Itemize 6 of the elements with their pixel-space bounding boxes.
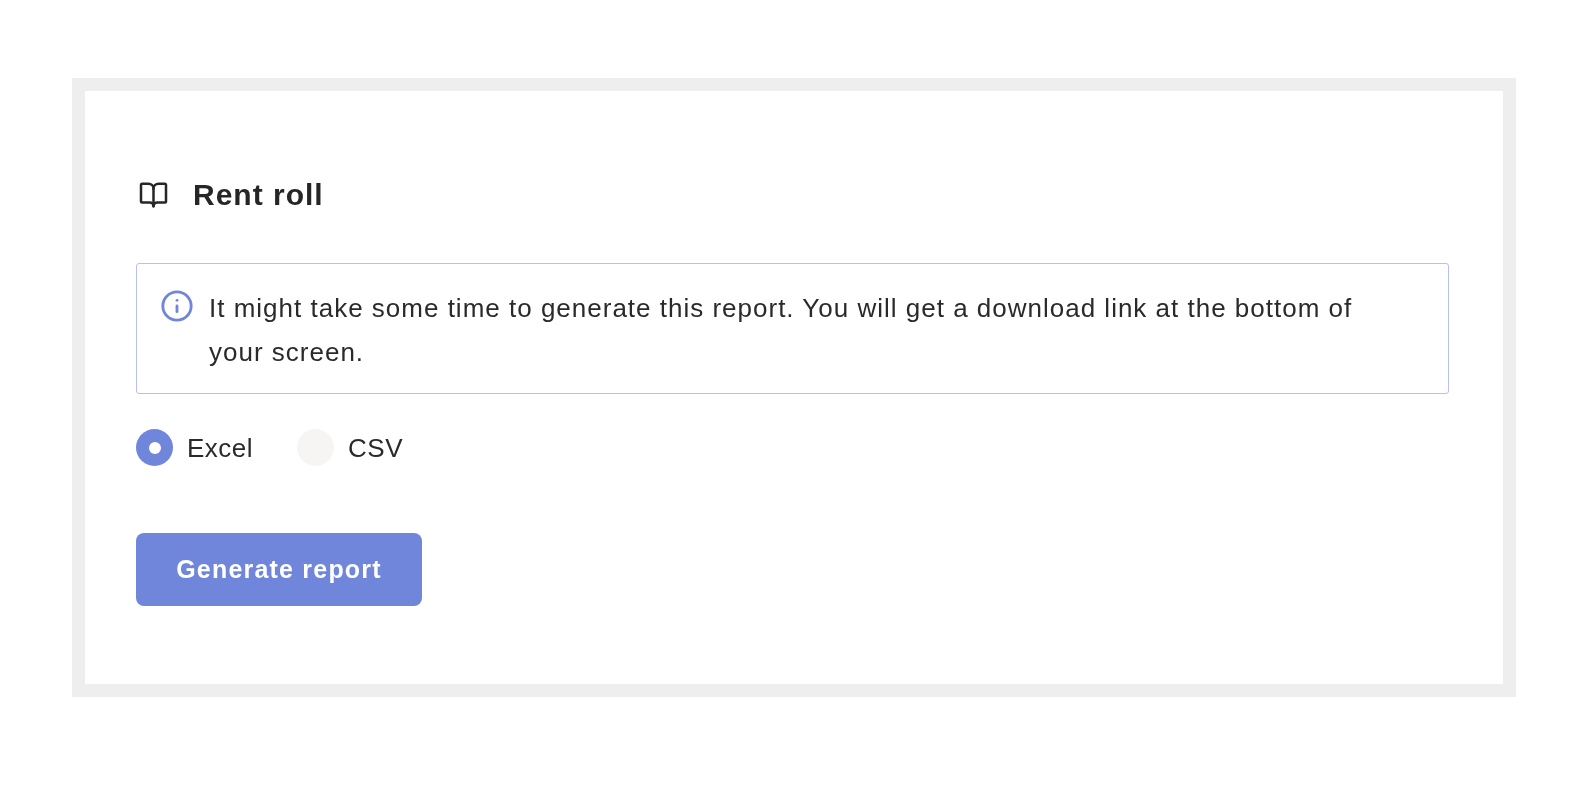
radio-label[interactable]: Excel [187, 432, 254, 463]
report-title: Rent roll [193, 177, 324, 213]
notice-text: It might take some time to generate this report. You will get a download link at the bottom of your screen. [209, 292, 1354, 369]
radio-label[interactable]: CSV [348, 432, 404, 463]
radio-button[interactable] [136, 429, 173, 466]
info-icon [160, 289, 194, 323]
